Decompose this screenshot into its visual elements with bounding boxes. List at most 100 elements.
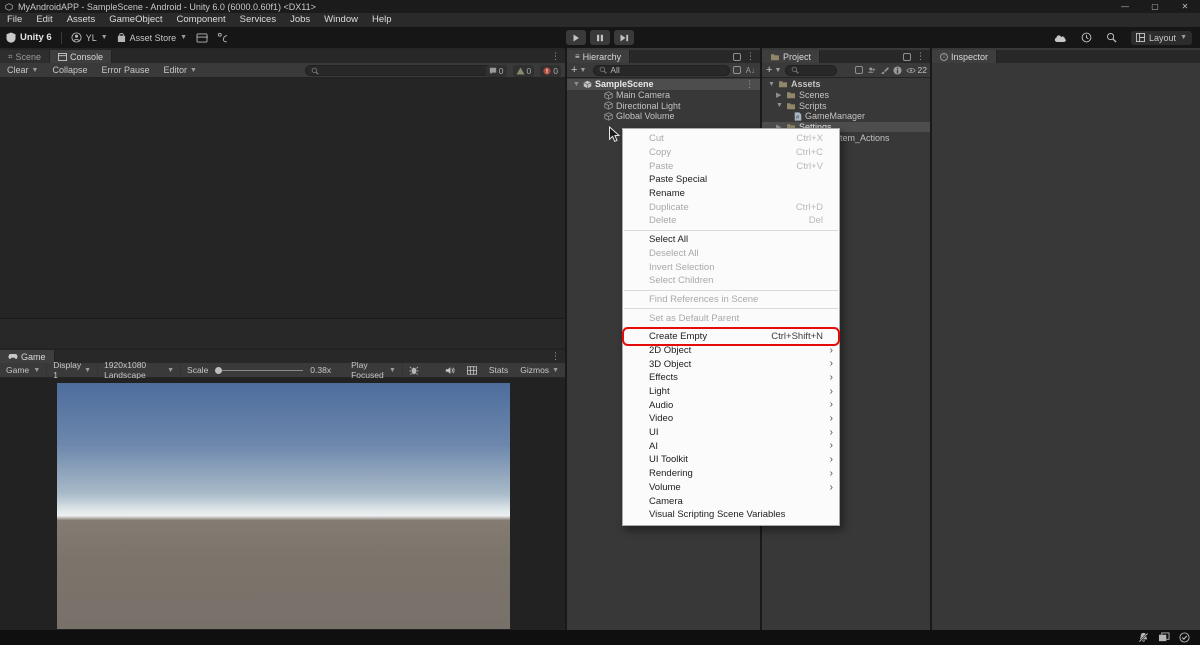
unity-version-badge[interactable]: Unity 6 (6, 32, 52, 43)
sparkles-button[interactable] (217, 32, 229, 43)
panel-menu-icon[interactable]: ⋮ (916, 51, 925, 62)
menu-gameobject[interactable]: GameObject (102, 13, 169, 27)
menu-component[interactable]: Component (170, 13, 233, 27)
menu-item-select-children[interactable]: Select Children (623, 274, 839, 288)
menu-item-3d-object[interactable]: 3D Object › (623, 357, 839, 371)
project-item-gamemanager[interactable]: # GameManager (762, 111, 930, 122)
menu-item-cut[interactable]: Cut Ctrl+X (623, 132, 839, 146)
editor-dropdown[interactable]: Editor ▼ (157, 63, 204, 78)
menu-item-deselect-all[interactable]: Deselect All (623, 247, 839, 261)
menu-item-rename[interactable]: Rename (623, 187, 839, 201)
menu-item-2d-object[interactable]: 2D Object › (623, 344, 839, 358)
menu-item-copy[interactable]: Copy Ctrl+C (623, 146, 839, 160)
project-item-scripts[interactable]: ▼ Scripts (762, 100, 930, 111)
panel-menu-icon[interactable]: ⋮ (551, 351, 560, 362)
display-dropdown[interactable]: Display 1 ▼ (47, 363, 98, 378)
menu-item-audio[interactable]: Audio › (623, 398, 839, 412)
menu-assets[interactable]: Assets (60, 13, 103, 27)
search-button[interactable] (1106, 32, 1117, 43)
play-button[interactable] (566, 30, 586, 45)
menu-item-paste[interactable]: Paste Ctrl+V (623, 159, 839, 173)
layout-dropdown[interactable]: Layout ▼ (1131, 31, 1192, 45)
tab-game[interactable]: Game (0, 350, 55, 363)
play-focused-dropdown[interactable]: Play Focused ▼ (345, 363, 403, 378)
paintbrush-icon[interactable] (880, 66, 889, 75)
asset-store-button[interactable]: Asset Store ▼ (117, 32, 187, 43)
panel-dock-icon[interactable] (903, 53, 911, 61)
menu-item-select-all[interactable]: Select All (623, 233, 839, 247)
panel-dock-icon[interactable] (733, 53, 741, 61)
menu-item-paste-special[interactable]: Paste Special (623, 173, 839, 187)
pause-button[interactable] (590, 30, 610, 45)
close-button[interactable]: ✕ (1170, 0, 1200, 13)
tab-inspector[interactable]: i Inspector (932, 50, 997, 63)
menu-file[interactable]: File (0, 13, 29, 27)
menu-item-rendering[interactable]: Rendering › (623, 467, 839, 481)
vsync-grid-button[interactable] (461, 363, 483, 378)
cloud-button[interactable] (1053, 33, 1067, 43)
tab-console[interactable]: Console (50, 50, 112, 63)
menu-help[interactable]: Help (365, 13, 399, 27)
menu-item-create-empty[interactable]: Create Empty Ctrl+Shift+N (623, 330, 839, 344)
scene-options-icon[interactable]: ⋮ (745, 79, 760, 90)
scale-slider[interactable] (215, 370, 303, 371)
project-item-scenes[interactable]: ▶ Scenes (762, 90, 930, 101)
sort-icon[interactable]: A↓ (746, 66, 755, 75)
expand-caret-icon[interactable]: ▼ (768, 81, 775, 88)
menu-item-light[interactable]: Light › (623, 385, 839, 399)
minimize-button[interactable]: — (1110, 0, 1140, 13)
gizmos-dropdown[interactable]: Gizmos ▼ (514, 363, 565, 378)
menu-item-ui-toolkit[interactable]: UI Toolkit › (623, 453, 839, 467)
muted-bell-icon[interactable] (1138, 632, 1149, 643)
game-view-dropdown[interactable]: Game ▼ (0, 363, 47, 378)
warning-count-toggle[interactable]: 0 (513, 65, 535, 77)
expand-caret-icon[interactable]: ▶ (776, 91, 783, 99)
message-count-toggle[interactable]: 0 (486, 65, 507, 77)
hierarchy-item-samplescene[interactable]: ▼ SampleScene ⋮ (567, 79, 760, 90)
menu-item-ai[interactable]: AI › (623, 439, 839, 453)
account-dropdown[interactable]: YL ▼ (71, 32, 108, 43)
progress-check-icon[interactable] (1179, 632, 1190, 643)
panel-menu-icon[interactable]: ⋮ (746, 51, 755, 62)
stats-toggle[interactable]: Stats (483, 363, 514, 378)
scene-picking-icon[interactable] (733, 66, 741, 74)
expand-caret-icon[interactable]: ▼ (776, 102, 783, 109)
menu-item-video[interactable]: Video › (623, 412, 839, 426)
menu-item-camera[interactable]: Camera (623, 494, 839, 508)
aspect-ratio-dropdown[interactable]: 1920x1080 Landscape ▼ (98, 363, 181, 378)
archive-button[interactable] (196, 33, 208, 43)
hierarchy-item-global-volume[interactable]: Global Volume (567, 111, 760, 122)
tab-scene[interactable]: ⌗ Scene (0, 50, 50, 63)
console-log-list[interactable] (0, 79, 565, 348)
menu-item-ui[interactable]: UI › (623, 426, 839, 440)
error-pause-button[interactable]: Error Pause (94, 63, 156, 78)
history-button[interactable] (1081, 32, 1092, 43)
menu-item-set-as-default-parent[interactable]: Set as Default Parent (623, 311, 839, 325)
expand-caret-icon[interactable]: ▼ (573, 81, 580, 88)
step-button[interactable] (614, 30, 634, 45)
menu-item-duplicate[interactable]: Duplicate Ctrl+D (623, 200, 839, 214)
menu-jobs[interactable]: Jobs (283, 13, 317, 27)
scale-slider-thumb[interactable] (215, 367, 222, 374)
menu-edit[interactable]: Edit (29, 13, 59, 27)
error-count-toggle[interactable]: 0 (540, 65, 561, 77)
menu-item-find-references-in-scene[interactable]: Find References in Scene (623, 293, 839, 307)
tab-project[interactable]: Project (762, 50, 820, 63)
mute-audio-button[interactable] (439, 363, 461, 378)
hierarchy-item-main-camera[interactable]: Main Camera (567, 90, 760, 101)
menu-item-delete[interactable]: Delete Del (623, 214, 839, 228)
clear-button[interactable]: Clear ▼ (0, 63, 45, 78)
hidden-count-toggle[interactable]: 22 (906, 65, 927, 75)
console-search-input[interactable] (305, 65, 500, 76)
cache-layers-icon[interactable] (1158, 632, 1170, 643)
tab-hierarchy[interactable]: ≡ Hierarchy (567, 50, 630, 63)
hierarchy-item-directional-light[interactable]: Directional Light (567, 100, 760, 111)
project-add-dropdown[interactable]: +▼ (762, 65, 785, 76)
menu-item-visual-scripting-scene-variables[interactable]: Visual Scripting Scene Variables (623, 508, 839, 522)
hierarchy-search-input[interactable]: All (593, 65, 729, 76)
open-in-search-icon[interactable] (855, 66, 863, 74)
menu-item-invert-selection[interactable]: Invert Selection (623, 260, 839, 274)
panel-menu-icon[interactable]: ⋮ (551, 51, 560, 62)
project-item-assets[interactable]: ▼ Assets (762, 79, 930, 90)
menu-window[interactable]: Window (317, 13, 365, 27)
